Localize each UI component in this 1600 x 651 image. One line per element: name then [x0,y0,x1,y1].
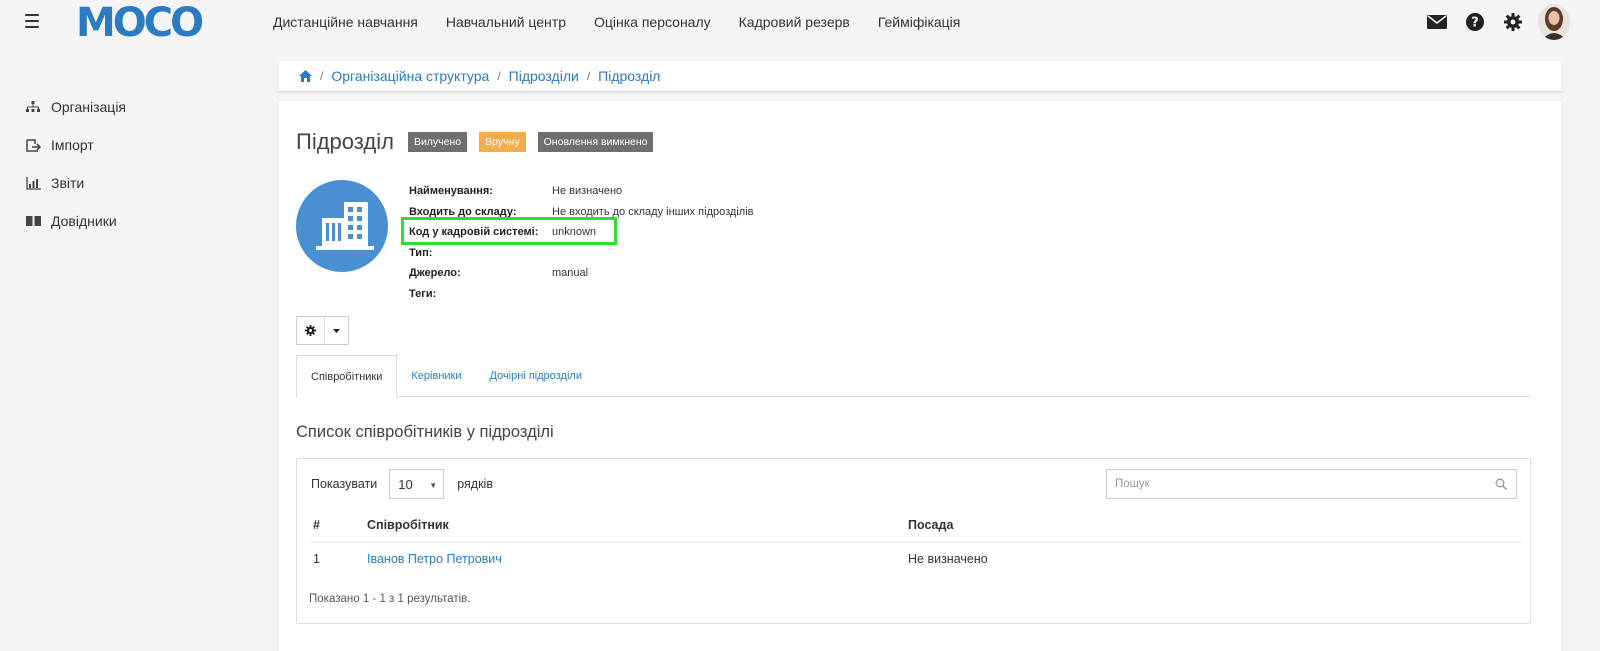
type-label: Тип: [409,246,433,259]
main-card: Підрозділ Вилучено Вручну Оновлення вимк… [278,101,1562,651]
rows-per-page-value: 10 [398,476,413,492]
help-icon[interactable]: ? [1464,11,1486,33]
gear-icon[interactable] [297,317,325,344]
sidebar: Організація Імпорт Звіти Довідники [25,88,126,240]
sidebar-item-label: Звіти [51,175,85,191]
source-label: Джерело: [409,267,461,280]
svg-text:?: ? [1471,16,1479,31]
nav-distance-learning[interactable]: Дистанційне навчання [273,14,418,30]
search-input[interactable]: Пошук [1106,469,1517,499]
name-value: Не визначено [552,185,623,198]
reports-icon [25,176,41,190]
tab-managers[interactable]: Керівники [397,355,475,397]
nav-training-center[interactable]: Навчальний центр [446,14,566,30]
home-icon[interactable] [299,70,312,82]
breadcrumb-separator: / [497,69,501,83]
avatar[interactable] [1538,4,1570,40]
breadcrumb-separator: / [586,69,591,83]
nav-staff-assessment[interactable]: Оцінка персоналу [594,14,711,30]
top-navbar: MOCO Дистанційне навчання Навчальний цен… [0,0,1600,47]
table-row: 1 Іванов Петро Петрович Не визначено [311,542,1521,575]
main-nav: Дистанційне навчання Навчальний центр Оц… [273,0,988,44]
tabs: Співробітники Керівники Дочірні підрозді… [296,355,1531,398]
rows-label: рядків [457,477,493,491]
book-icon [25,214,41,228]
rows-per-page-select[interactable]: 10 ▼ [389,469,445,499]
gear-icon[interactable] [1502,11,1524,33]
employees-list-title: Список співробітників у підрозділі [296,423,554,441]
svg-text:MOCO: MOCO [76,2,202,42]
breadcrumb: / Організаційна структура / Підрозділи /… [278,61,1562,91]
part-of-label: Входить до складу: [409,205,517,218]
table-header-row: # Співробітник Посада [311,509,1521,543]
caret-down-icon[interactable] [325,317,348,344]
sidebar-item-reports[interactable]: Звіти [25,164,126,202]
search-icon[interactable] [1495,478,1508,493]
sidebar-item-import[interactable]: Імпорт [25,126,126,164]
tags-label: Теги: [409,287,437,300]
menu-icon[interactable] [25,14,39,28]
import-icon [25,138,41,152]
row-position: Не визначено [908,551,988,566]
building-icon [296,180,388,272]
col-number[interactable]: # [311,509,353,543]
status-badge-removed: Вилучено [407,132,468,152]
col-position[interactable]: Посада [908,509,1521,543]
results-summary: Показано 1 - 1 з 1 результатів. [309,593,471,605]
breadcrumb-department[interactable]: Підрозділ [598,68,660,84]
sidebar-item-label: Організація [51,99,127,115]
org-chart-icon [25,100,41,114]
tab-child-departments[interactable]: Дочірні підрозділи [476,355,596,397]
page-title: Підрозділ [296,129,394,154]
actions-dropdown-button[interactable] [296,316,349,345]
chevron-down-icon: ▼ [429,481,438,490]
breadcrumb-separator: / [320,69,324,83]
col-employee[interactable]: Співробітник [353,509,908,543]
nav-gamification[interactable]: Гейміфікація [878,14,961,30]
tab-employees[interactable]: Співробітники [296,355,398,398]
breadcrumb-org-structure[interactable]: Організаційна структура [331,68,489,84]
status-badge-manual: Вручну [479,132,526,152]
highlight-box [401,217,617,245]
breadcrumb-departments[interactable]: Підрозділи [509,68,579,84]
moco-logo[interactable]: MOCO [76,0,220,47]
show-label: Показувати [311,477,378,491]
envelope-icon[interactable] [1426,11,1448,33]
sidebar-item-organization[interactable]: Організація [25,88,126,126]
sidebar-item-label: Імпорт [51,137,94,153]
row-number: 1 [313,551,320,566]
sidebar-item-label: Довідники [51,213,117,229]
sidebar-item-directories[interactable]: Довідники [25,202,126,240]
employees-table: # Співробітник Посада 1 Іванов Петро Пет… [311,509,1521,575]
search-placeholder: Пошук [1115,478,1150,490]
employees-panel: Показувати 10 ▼ рядків Пошук # Співробіт… [296,458,1531,624]
employee-link[interactable]: Іванов Петро Петрович [367,552,502,566]
source-value: manual [552,267,589,280]
nav-talent-pool[interactable]: Кадровий резерв [739,14,850,30]
name-label: Найменування: [409,185,493,198]
status-badge-updates-off: Оновлення вимкнено [537,132,654,152]
part-of-value: Не входить до складу інших підрозділів [552,205,754,218]
